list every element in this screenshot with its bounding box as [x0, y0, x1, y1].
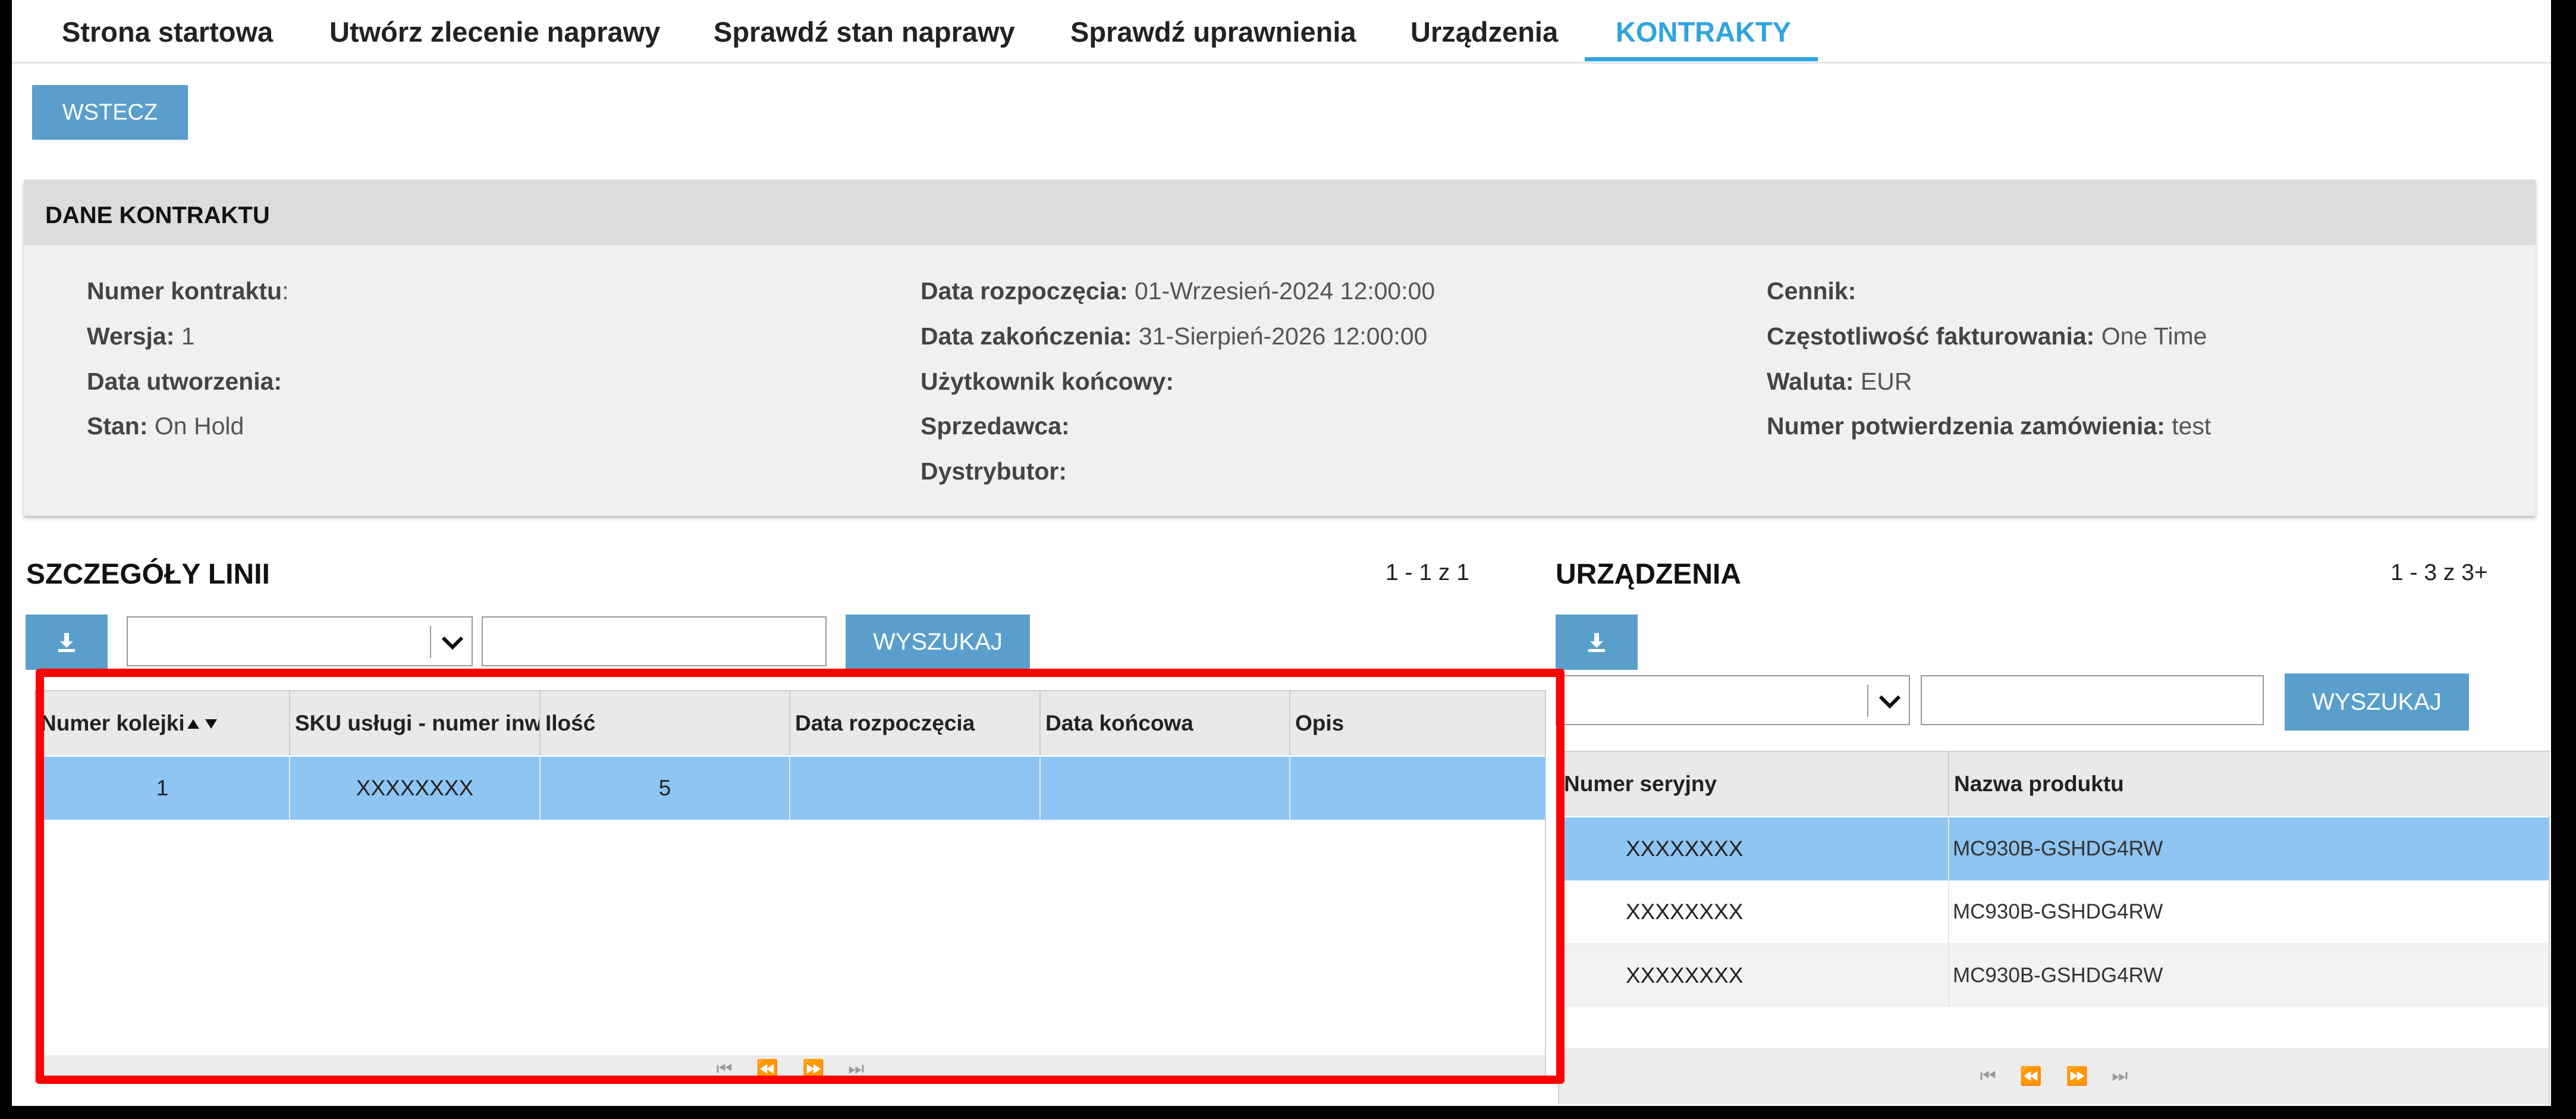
next-page-icon[interactable]: ⏩ [802, 1059, 824, 1080]
field-order-confirmation: Numer potwierdzenia zamówienia: test [1767, 412, 2211, 440]
chevron-down-icon [441, 636, 464, 650]
field-end-user: Użytkownik końcowy: [921, 368, 1174, 395]
tab-contracts[interactable]: KONTRAKTY [1616, 15, 1791, 48]
field-currency: Waluta: EUR [1767, 368, 1912, 395]
col-header-quantity[interactable]: Ilość [541, 691, 790, 756]
col-header-product[interactable]: Nazwa produktu [1949, 752, 2550, 816]
download-icon [1588, 632, 1605, 652]
cell-product: MC930B-GSHDG4RW [1953, 900, 2163, 923]
devices-search-field-select[interactable] [1556, 675, 1910, 725]
top-nav: Strona startowa Utwórz zlecenie naprawy … [12, 0, 2551, 64]
devices-title: URZĄDZENIA [1556, 559, 1741, 590]
contract-details-header: DANE KONTRAKTU [24, 180, 2536, 245]
download-icon [58, 632, 75, 652]
devices-download-button[interactable] [1556, 615, 1638, 670]
cell-description [1290, 757, 1545, 820]
back-button[interactable]: WSTECZ [32, 85, 188, 140]
line-search-button[interactable]: WYSZUKAJ [846, 615, 1030, 670]
sort-up-down-icon[interactable] [185, 714, 221, 732]
line-details-title: SZCZEGÓŁY LINII [26, 559, 270, 590]
devices-pager: 1 - 3 z 3+ [2390, 560, 2488, 585]
devices-grid: Numer seryjny Nazwa produktu XXXXXXXX MC… [1558, 751, 2550, 1104]
field-created-date: Data utworzenia: [87, 368, 282, 395]
table-row[interactable]: XXXXXXXX MC930B-GSHDG4RW [1559, 880, 2549, 945]
last-page-icon[interactable]: ⏭ [848, 1059, 864, 1079]
cell-serial: XXXXXXXX [1559, 817, 1949, 880]
cell-sequence: 1 [36, 757, 290, 820]
first-page-icon[interactable]: ⏮ [717, 1059, 733, 1079]
tab-repair-status[interactable]: Sprawdź stan naprawy [714, 15, 1015, 48]
cell-serial: XXXXXXXX [1559, 944, 1949, 1007]
prev-page-icon[interactable]: ⏪ [756, 1059, 778, 1080]
field-distributor: Dystrybutor: [921, 457, 1067, 485]
tab-home[interactable]: Strona startowa [62, 15, 273, 48]
col-header-sku[interactable]: SKU usługi - numer inw [290, 691, 541, 756]
table-row[interactable]: 1 XXXXXXXX 5 [36, 757, 1545, 820]
table-row[interactable]: XXXXXXXX MC930B-GSHDG4RW [1559, 944, 2549, 1007]
col-header-description[interactable]: Opis [1290, 691, 1545, 756]
field-seller: Sprzedawca: [921, 412, 1070, 440]
line-details-pager: 1 - 1 z 1 [1386, 560, 1469, 585]
cell-quantity: 5 [541, 757, 790, 820]
next-page-icon[interactable]: ⏩ [2066, 1066, 2088, 1087]
devices-search-button[interactable]: WYSZUKAJ [2285, 673, 2469, 731]
line-download-button[interactable] [26, 615, 108, 670]
field-end-date: Data zakończenia: 31-Sierpień-2026 12:00… [921, 322, 1428, 350]
app-frame: Strona startowa Utwórz zlecenie naprawy … [12, 0, 2551, 1106]
col-header-end-date[interactable]: Data końcowa [1041, 691, 1290, 756]
line-grid-pager: ⏮ ⏪ ⏩ ⏭ [36, 1055, 1545, 1083]
field-status: Stan: On Hold [87, 412, 244, 440]
field-billing-frequency: Częstotliwość fakturowania: One Time [1767, 322, 2207, 350]
col-header-serial[interactable]: Numer seryjny [1559, 752, 1949, 816]
contract-details-panel: DANE KONTRAKTU Numer kontraktu: Wersja: … [24, 180, 2536, 516]
tab-devices[interactable]: Urządzenia [1410, 15, 1558, 48]
col-header-start-date[interactable]: Data rozpoczęcia [790, 691, 1041, 756]
tab-create-repair[interactable]: Utwórz zlecenie naprawy [329, 15, 660, 48]
table-row[interactable]: XXXXXXXX MC930B-GSHDG4RW [1559, 817, 2549, 880]
active-tab-indicator [1585, 57, 1818, 61]
field-price-list: Cennik: [1767, 277, 1856, 305]
field-version: Wersja: 1 [87, 322, 195, 350]
field-start-date: Data rozpoczęcia: 01-Wrzesień-2024 12:00… [921, 277, 1435, 305]
devices-search-input[interactable] [1921, 675, 2264, 725]
tab-entitlements[interactable]: Sprawdź uprawnienia [1070, 15, 1356, 48]
col-header-sequence[interactable]: Numer kolejki [36, 691, 290, 756]
last-page-icon[interactable]: ⏭ [2112, 1066, 2128, 1086]
line-search-field-select[interactable] [127, 616, 473, 666]
chevron-down-icon [1878, 695, 1901, 709]
cell-serial: XXXXXXXX [1559, 880, 1949, 944]
line-search-input[interactable] [482, 616, 827, 666]
contract-details-title: DANE KONTRAKTU [45, 202, 270, 228]
line-details-grid: Numer kolejki SKU usługi - numer inw Ilo… [34, 690, 1546, 1083]
cell-sku: XXXXXXXX [290, 757, 541, 820]
prev-page-icon[interactable]: ⏪ [2020, 1066, 2042, 1087]
first-page-icon[interactable]: ⏮ [1980, 1066, 1996, 1086]
cell-product: MC930B-GSHDG4RW [1953, 837, 2163, 860]
cell-end-date [1041, 757, 1290, 820]
devices-grid-pager: ⏮ ⏪ ⏩ ⏭ [1559, 1048, 2549, 1104]
cell-start-date [790, 757, 1041, 820]
cell-product: MC930B-GSHDG4RW [1953, 964, 2163, 987]
field-contract-number: Numer kontraktu: [87, 277, 289, 305]
